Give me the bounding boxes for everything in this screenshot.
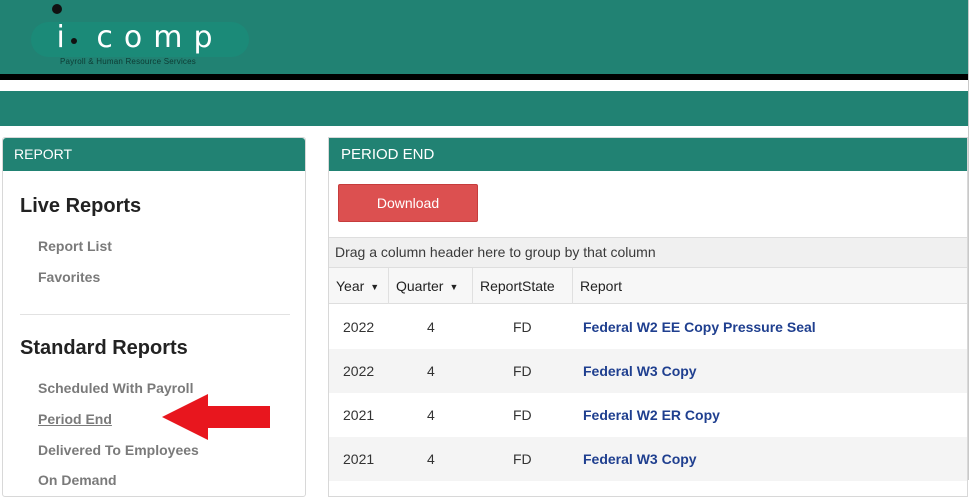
standard-reports-heading: Standard Reports — [20, 337, 188, 359]
sidebar-item-delivered-to-employees[interactable]: Delivered To Employees — [38, 442, 199, 458]
column-header-label: Report — [580, 278, 623, 294]
column-header-label: Quarter — [396, 278, 444, 294]
column-header-year[interactable]: Year ▼ — [329, 268, 389, 304]
table-row: 2021 4 FD Federal W3 Copy — [329, 437, 967, 481]
column-header-reportstate[interactable]: ReportState — [473, 268, 573, 304]
period-end-panel: PERIOD END Download Drag a column header… — [328, 137, 968, 497]
column-header-label: Year — [336, 278, 365, 294]
left-arrow-icon — [162, 394, 270, 440]
table-row: 2021 4 FD Federal W2 ER Copy — [329, 393, 967, 437]
cell-report-state: FD — [513, 407, 532, 423]
report-link[interactable]: Federal W2 EE Copy Pressure Seal — [583, 305, 816, 349]
sidebar-divider — [20, 314, 290, 315]
logo-tagline: Payroll & Human Resource Services — [60, 57, 196, 66]
sidebar-item-period-end[interactable]: Period End — [38, 411, 112, 427]
cell-quarter: 4 — [427, 451, 435, 467]
report-link[interactable]: Federal W3 Copy — [583, 437, 697, 481]
sidebar-header: REPORT — [3, 138, 305, 171]
cell-year: 2021 — [343, 451, 375, 467]
download-button[interactable]: Download — [338, 184, 478, 222]
app-header: i comp Payroll & Human Resource Services — [0, 0, 968, 74]
cell-quarter: 4 — [427, 319, 435, 335]
sidebar-item-favorites[interactable]: Favorites — [38, 269, 100, 285]
cell-quarter: 4 — [427, 363, 435, 379]
cell-report-state: FD — [513, 363, 532, 379]
nav-bar — [0, 91, 968, 126]
column-header-report[interactable]: Report — [573, 268, 967, 304]
live-reports-heading: Live Reports — [20, 195, 142, 217]
logo-dot — [52, 4, 62, 14]
cell-report-state: FD — [513, 451, 532, 467]
report-link[interactable]: Federal W2 ER Copy — [583, 393, 720, 437]
cell-report-state: FD — [513, 319, 532, 335]
report-sidebar: REPORT Live Reports Report List Favorite… — [2, 137, 306, 497]
sort-caret-icon[interactable]: ▼ — [449, 282, 458, 292]
window-edge — [968, 0, 975, 480]
logo-wordmark: i comp — [56, 20, 224, 55]
panel-title: PERIOD END — [329, 138, 967, 171]
sort-caret-icon[interactable]: ▼ — [370, 282, 379, 292]
cell-year: 2021 — [343, 407, 375, 423]
column-header-quarter[interactable]: Quarter ▼ — [389, 268, 473, 304]
table-row: 2022 4 FD Federal W3 Copy — [329, 349, 967, 393]
cell-year: 2022 — [343, 363, 375, 379]
sidebar-item-report-list[interactable]: Report List — [38, 238, 112, 254]
grid-header: Year ▼ Quarter ▼ ReportState Report — [329, 267, 967, 304]
column-header-label: ReportState — [480, 278, 555, 294]
cell-year: 2022 — [343, 319, 375, 335]
logo-inner-dot — [71, 38, 77, 44]
group-by-drop-zone[interactable]: Drag a column header here to group by th… — [329, 237, 967, 267]
sidebar-item-on-demand[interactable]: On Demand — [38, 472, 117, 488]
cell-quarter: 4 — [427, 407, 435, 423]
report-link[interactable]: Federal W3 Copy — [583, 349, 697, 393]
table-row: 2022 4 FD Federal W2 EE Copy Pressure Se… — [329, 305, 967, 349]
header-rule — [0, 74, 968, 80]
